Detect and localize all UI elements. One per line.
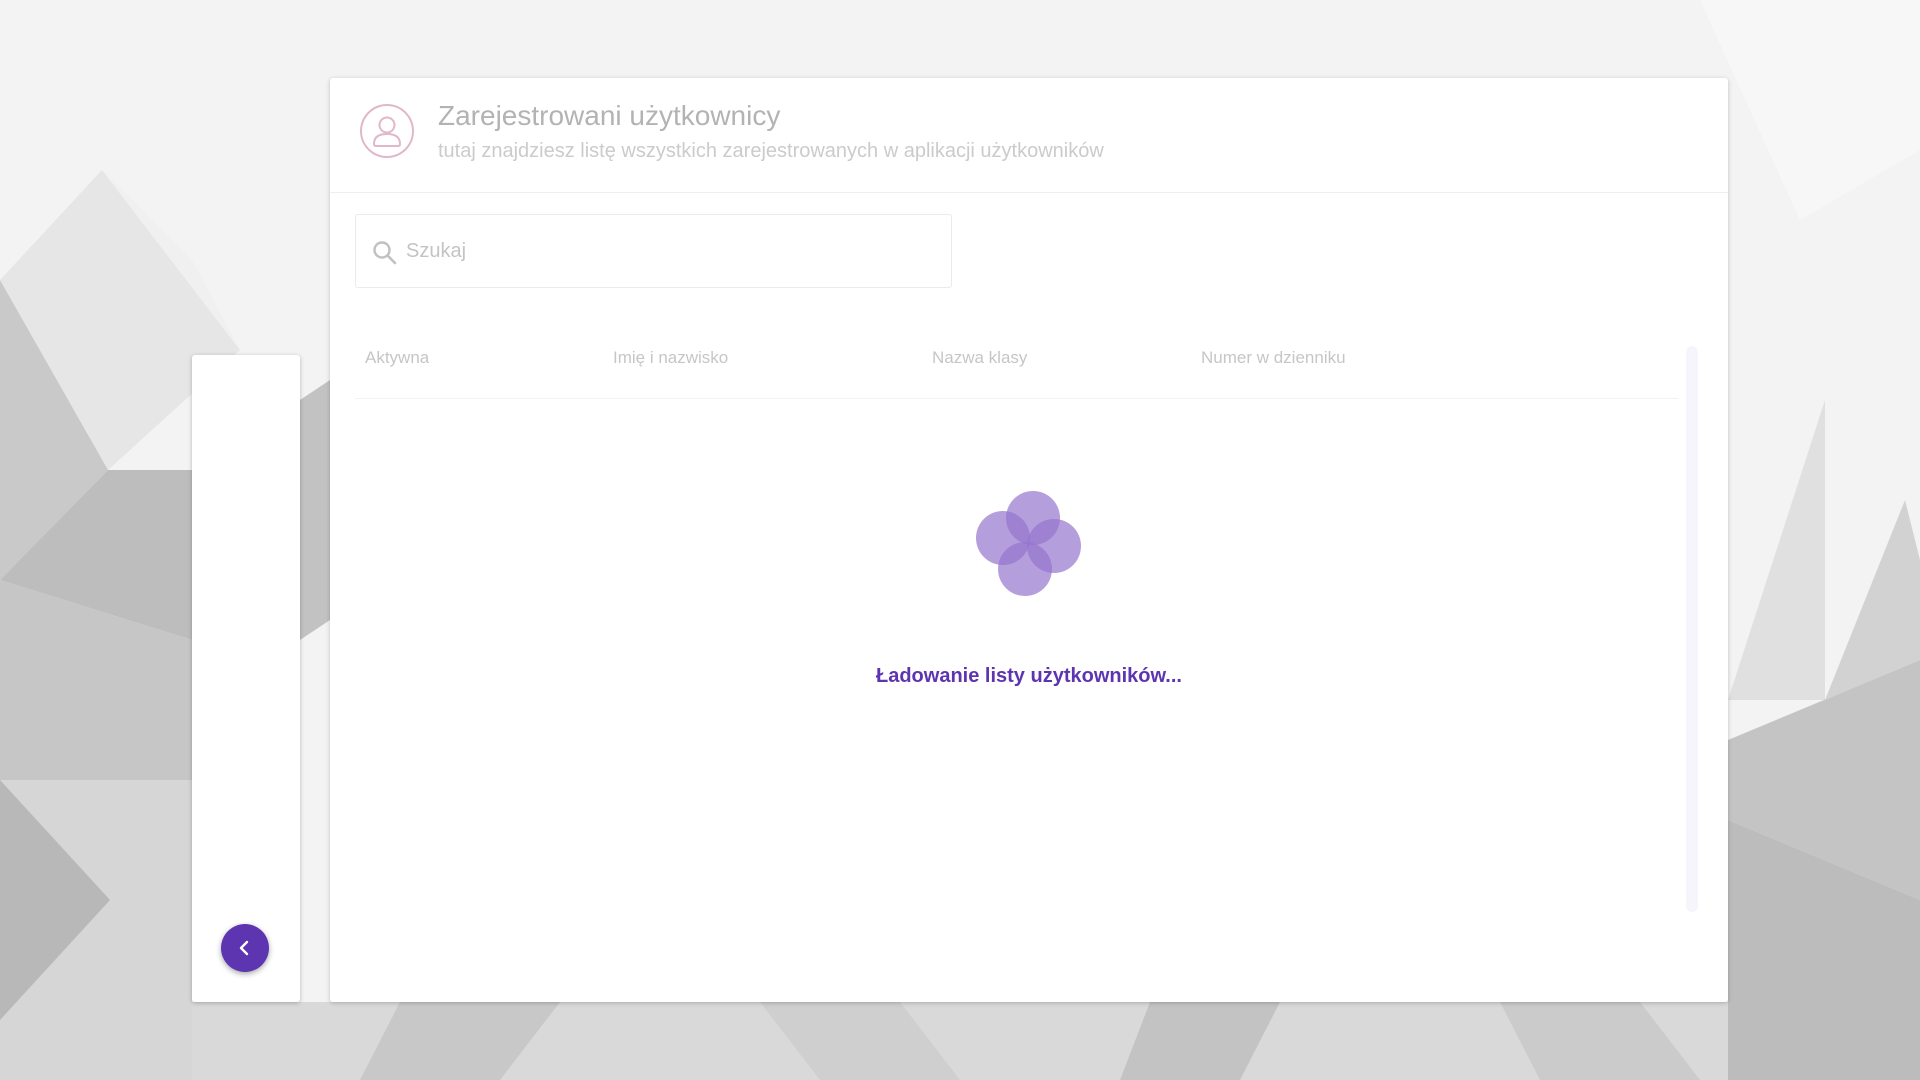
column-header-journal-number[interactable]: Numer w dzienniku — [1201, 346, 1346, 370]
search-icon — [373, 241, 397, 265]
page-subtitle: tutaj znajdziesz listę wszystkich zareje… — [438, 140, 1104, 162]
loading-spinner-icon — [976, 491, 1081, 596]
column-header-name[interactable]: Imię i nazwisko — [613, 346, 728, 370]
page-title: Zarejestrowani użytkownicy — [438, 100, 781, 131]
scrollbar[interactable] — [1686, 346, 1698, 912]
side-panel — [192, 355, 300, 1002]
users-card: Zarejestrowani użytkownicy tutaj znajdzi… — [330, 78, 1728, 1002]
search-box[interactable] — [355, 214, 952, 288]
chevron-left-icon — [239, 940, 249, 956]
card-header: Zarejestrowani użytkownicy tutaj znajdzi… — [330, 78, 1728, 193]
collapse-sidebar-button[interactable] — [221, 924, 269, 972]
search-input[interactable] — [406, 215, 936, 287]
table-header: Aktywna Imię i nazwisko Nazwa klasy Nume… — [355, 346, 1678, 399]
column-header-class[interactable]: Nazwa klasy — [932, 346, 1027, 370]
loading-message: Ładowanie listy użytkowników... — [876, 665, 1182, 687]
column-header-active[interactable]: Aktywna — [365, 346, 429, 370]
user-icon — [360, 104, 414, 158]
